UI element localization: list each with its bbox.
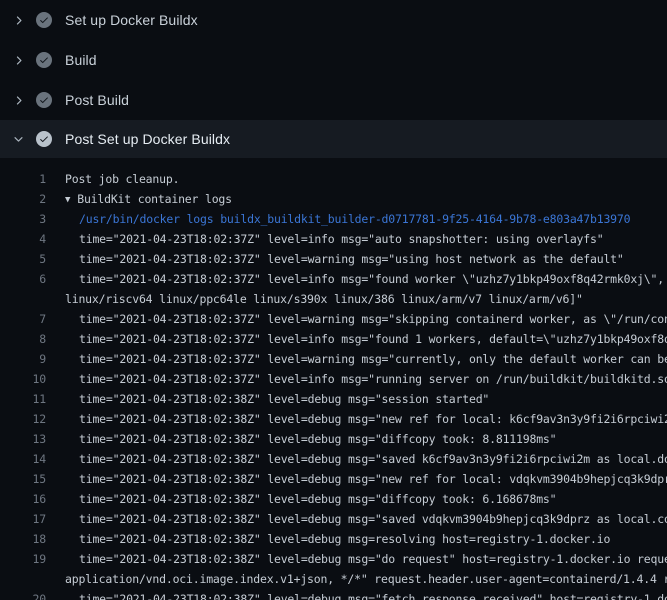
- step-label: Set up Docker Buildx: [65, 12, 198, 28]
- log-line: 7 time="2021-04-23T18:02:37Z" level=warn…: [0, 309, 667, 329]
- log-line-number[interactable]: 17: [0, 512, 46, 526]
- log-line-text: time="2021-04-23T18:02:37Z" level=info m…: [65, 372, 667, 386]
- log-line-text: linux/riscv64 linux/ppc64le linux/s390x …: [65, 292, 583, 306]
- log-line-number[interactable]: 20: [0, 592, 46, 600]
- log-line-number[interactable]: 6: [0, 272, 46, 286]
- log-line-number[interactable]: 8: [0, 332, 46, 346]
- log-line-text: application/vnd.oci.image.index.v1+json,…: [65, 572, 667, 586]
- log-line: 17 time="2021-04-23T18:02:38Z" level=deb…: [0, 509, 667, 529]
- chevron-right-icon: [10, 52, 26, 68]
- log-line-text: time="2021-04-23T18:02:38Z" level=debug …: [65, 532, 610, 546]
- log-line: 10 time="2021-04-23T18:02:37Z" level=inf…: [0, 369, 667, 389]
- step-label: Build: [65, 52, 97, 68]
- log-line-number[interactable]: 15: [0, 472, 46, 486]
- log-line: 8 time="2021-04-23T18:02:37Z" level=info…: [0, 329, 667, 349]
- log-line-text: time="2021-04-23T18:02:37Z" level=info m…: [65, 232, 603, 246]
- step-row[interactable]: Set up Docker Buildx: [0, 0, 667, 40]
- log-line-number[interactable]: 16: [0, 492, 46, 506]
- log-line-text: /usr/bin/docker logs buildx_buildkit_bui…: [65, 212, 630, 226]
- log-line: 20 time="2021-04-23T18:02:38Z" level=deb…: [0, 589, 667, 600]
- log-line-text: time="2021-04-23T18:02:38Z" level=debug …: [65, 592, 667, 600]
- log-line-text: time="2021-04-23T18:02:37Z" level=warnin…: [65, 252, 624, 266]
- log-line: 14 time="2021-04-23T18:02:38Z" level=deb…: [0, 449, 667, 469]
- log-group-title[interactable]: BuildKit container logs: [77, 192, 232, 206]
- log-line-number[interactable]: 2: [0, 192, 46, 206]
- log-line-text: time="2021-04-23T18:02:38Z" level=debug …: [65, 552, 667, 566]
- chevron-right-icon: [10, 12, 26, 28]
- log-line-number[interactable]: 9: [0, 352, 46, 366]
- log-command-line: 3 /usr/bin/docker logs buildx_buildkit_b…: [0, 209, 667, 229]
- step-label: Post Build: [65, 92, 129, 108]
- check-circle-icon: [36, 131, 52, 147]
- chevron-right-icon: [10, 92, 26, 108]
- log-output: 1 Post job cleanup. 2 ▼ BuildKit containe…: [0, 158, 667, 600]
- log-line: 1 Post job cleanup.: [0, 169, 667, 189]
- log-line-text: time="2021-04-23T18:02:38Z" level=debug …: [65, 452, 667, 466]
- step-label: Post Set up Docker Buildx: [65, 131, 230, 147]
- log-line-text: time="2021-04-23T18:02:38Z" level=debug …: [65, 512, 667, 526]
- log-line-text: time="2021-04-23T18:02:37Z" level=warnin…: [65, 312, 667, 326]
- log-line: 9 time="2021-04-23T18:02:37Z" level=warn…: [0, 349, 667, 369]
- log-line-number[interactable]: 4: [0, 232, 46, 246]
- log-line-number[interactable]: 1: [0, 172, 46, 186]
- log-line: 12 time="2021-04-23T18:02:38Z" level=deb…: [0, 409, 667, 429]
- log-line-number[interactable]: 3: [0, 212, 46, 226]
- log-line-number[interactable]: 13: [0, 432, 46, 446]
- log-line: 6 time="2021-04-23T18:02:37Z" level=info…: [0, 269, 667, 289]
- log-line-text: time="2021-04-23T18:02:38Z" level=debug …: [65, 392, 489, 406]
- log-line: 19 time="2021-04-23T18:02:38Z" level=deb…: [0, 549, 667, 569]
- log-line: 13 time="2021-04-23T18:02:38Z" level=deb…: [0, 429, 667, 449]
- log-line-number[interactable]: 5: [0, 252, 46, 266]
- log-line-number[interactable]: 11: [0, 392, 46, 406]
- step-row[interactable]: Build: [0, 40, 667, 80]
- log-line-text: time="2021-04-23T18:02:37Z" level=warnin…: [65, 352, 667, 366]
- step-row[interactable]: Post Build: [0, 80, 667, 120]
- check-circle-icon: [36, 12, 52, 28]
- check-circle-icon: [36, 52, 52, 68]
- log-line-text: time="2021-04-23T18:02:38Z" level=debug …: [65, 492, 556, 506]
- log-line-text: time="2021-04-23T18:02:38Z" level=debug …: [65, 432, 556, 446]
- log-line: 4 time="2021-04-23T18:02:37Z" level=info…: [0, 229, 667, 249]
- log-group-toggle-icon[interactable]: ▼: [65, 195, 70, 205]
- log-line-text: ▼ BuildKit container logs: [65, 192, 232, 206]
- log-line-text: time="2021-04-23T18:02:38Z" level=debug …: [65, 412, 667, 426]
- log-line: 5 time="2021-04-23T18:02:37Z" level=warn…: [0, 249, 667, 269]
- log-line-number[interactable]: 19: [0, 552, 46, 566]
- chevron-down-icon: [10, 131, 26, 147]
- step-list: Set up Docker Buildx Build Post Build: [0, 0, 667, 158]
- log-line-number[interactable]: 7: [0, 312, 46, 326]
- log-line-number[interactable]: 14: [0, 452, 46, 466]
- log-group-header: 2 ▼ BuildKit container logs: [0, 189, 667, 209]
- log-line-number[interactable]: 10: [0, 372, 46, 386]
- log-line: 15 time="2021-04-23T18:02:38Z" level=deb…: [0, 469, 667, 489]
- log-line-continuation: linux/riscv64 linux/ppc64le linux/s390x …: [0, 289, 667, 309]
- log-line-text: Post job cleanup.: [65, 172, 179, 186]
- log-line: 11 time="2021-04-23T18:02:38Z" level=deb…: [0, 389, 667, 409]
- log-line: 18 time="2021-04-23T18:02:38Z" level=deb…: [0, 529, 667, 549]
- log-line: 16 time="2021-04-23T18:02:38Z" level=deb…: [0, 489, 667, 509]
- log-line-number[interactable]: 12: [0, 412, 46, 426]
- log-line-continuation: application/vnd.oci.image.index.v1+json,…: [0, 569, 667, 589]
- check-circle-icon: [36, 92, 52, 108]
- step-row[interactable]: Post Set up Docker Buildx: [0, 120, 667, 158]
- log-line-text: time="2021-04-23T18:02:37Z" level=info m…: [65, 272, 667, 286]
- log-line-number[interactable]: 18: [0, 532, 46, 546]
- job-log-panel: Set up Docker Buildx Build Post Build: [0, 0, 667, 600]
- log-line-text: time="2021-04-23T18:02:38Z" level=debug …: [65, 472, 667, 486]
- log-line-text: time="2021-04-23T18:02:37Z" level=info m…: [65, 332, 667, 346]
